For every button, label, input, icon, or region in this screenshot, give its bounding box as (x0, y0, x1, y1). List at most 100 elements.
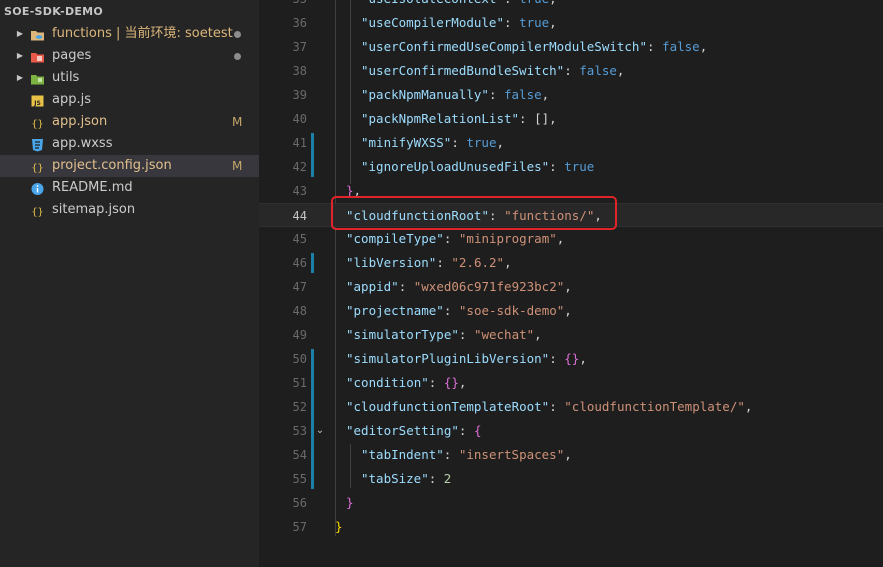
code-line[interactable]: 42 "ignoreUploadUnusedFiles": true (259, 155, 883, 179)
tree-file-row[interactable]: app.wxss (0, 133, 259, 155)
code-line[interactable]: 38 "userConfirmedBundleSwitch": false, (259, 59, 883, 83)
code-token: "miniprogram" (458, 231, 557, 246)
code-text: } (335, 515, 343, 539)
code-token: "compileType" (346, 231, 444, 246)
code-text: "projectname": "soe-sdk-demo", (346, 299, 572, 323)
tree-file-row[interactable]: {} project.config.json M (0, 155, 259, 177)
code-token: "wxed06c971fe923bc2" (413, 279, 565, 294)
code-token: "projectname" (346, 303, 444, 318)
code-text: "appid": "wxed06c971fe923bc2", (346, 275, 572, 299)
tree-file-row[interactable]: {} sitemap.json (0, 199, 259, 221)
code-token: , (534, 327, 542, 342)
code-line[interactable]: 50 "simulatorPluginLibVersion": {}, (259, 347, 883, 371)
tree-file-row[interactable]: JS app.js (0, 89, 259, 111)
code-line[interactable]: 57} (259, 515, 883, 539)
code-text: "userConfirmedUseCompilerModuleSwitch": … (361, 35, 707, 59)
code-token: "appid" (346, 279, 399, 294)
tree-item-label: pages (52, 48, 92, 63)
code-line[interactable]: 36 "useCompilerModule": true, (259, 11, 883, 35)
line-number: 48 (292, 304, 307, 318)
code-token: : (564, 63, 580, 78)
code-line[interactable]: 37 "userConfirmedUseCompilerModuleSwitch"… (259, 35, 883, 59)
json-file-icon: {} (30, 115, 45, 130)
tree-folder-row[interactable]: ▶ utils (0, 67, 259, 89)
code-line[interactable]: 53 "editorSetting": { (259, 419, 883, 443)
code-token: : (451, 135, 467, 150)
tree-file-row[interactable]: README.md (0, 177, 259, 199)
code-token: , (549, 15, 557, 30)
code-token: , (496, 135, 505, 150)
code-token: "cloudfunctionTemplate/" (564, 399, 745, 414)
code-line[interactable]: 39 "packNpmManually": false, (259, 83, 883, 107)
code-line[interactable]: 51 "condition": {}, (259, 371, 883, 395)
code-token: true (564, 159, 595, 174)
line-number: 52 (292, 400, 307, 414)
code-line[interactable]: 52 "cloudfunctionTemplateRoot": "cloudfun… (259, 395, 883, 419)
folder-cloud-icon (30, 27, 45, 41)
code-token: "wechat" (473, 327, 535, 342)
code-token: : (549, 159, 565, 174)
code-text: "libVersion": "2.6.2", (346, 251, 512, 275)
code-text: "minifyWXSS": true, (361, 131, 504, 155)
chevron-right-icon[interactable]: ▶ (14, 45, 26, 67)
tree-folder-row[interactable]: ▶ pages (0, 45, 259, 67)
line-number: 55 (292, 472, 307, 486)
code-token: "packNpmManually" (361, 87, 489, 102)
code-line[interactable]: 41 "minifyWXSS": true, (259, 131, 883, 155)
code-token: : (549, 399, 565, 414)
code-editor[interactable]: 35 "useIsolateContext": true, 36 "useCompil… (259, 0, 883, 567)
code-text: "tabIndent": "insertSpaces", (361, 443, 572, 467)
code-text: "userConfirmedBundleSwitch": false, (361, 59, 624, 83)
chevron-down-icon[interactable]: ⌄ (314, 419, 326, 443)
code-token: , (564, 303, 572, 318)
code-line[interactable]: 35 "useIsolateContext": true, (259, 0, 883, 11)
code-text: "condition": {}, (346, 371, 466, 395)
chevron-right-icon[interactable]: ▶ (14, 23, 26, 45)
tree-item-label: README.md (52, 180, 133, 195)
line-number: 36 (292, 16, 307, 30)
project-title: SOE-SDK-DEMO (4, 5, 104, 18)
code-line[interactable]: 48 "projectname": "soe-sdk-demo", (259, 299, 883, 323)
code-token: "simulatorType" (346, 327, 459, 342)
line-number: 43 (292, 184, 307, 198)
code-token: false (504, 87, 542, 102)
tree-item-label: app.json (52, 114, 108, 129)
code-token: false (579, 63, 617, 78)
code-line[interactable]: 54 "tabIndent": "insertSpaces", (259, 443, 883, 467)
json-file-icon: {} (30, 203, 45, 218)
folder-pages-icon (30, 49, 45, 63)
code-text: "ignoreUploadUnusedFiles": true (361, 155, 594, 179)
folder-utils-icon (30, 71, 45, 85)
tree-item-label: app.js (52, 92, 91, 107)
modified-dot-icon (234, 53, 241, 60)
code-token: false (662, 39, 700, 54)
line-number: 53 (292, 424, 307, 438)
code-text: "tabSize": 2 (361, 467, 451, 491)
code-token: , (556, 231, 565, 246)
code-text: "cloudfunctionTemplateRoot": "cloudfunct… (346, 395, 752, 419)
line-number: 42 (292, 160, 307, 174)
code-token: : (398, 279, 414, 294)
code-token: , (616, 63, 625, 78)
code-line[interactable]: 40 "packNpmRelationList": [], (259, 107, 883, 131)
tree-file-row[interactable]: {} app.json M (0, 111, 259, 133)
code-line[interactable]: 49 "simulatorType": "wechat", (259, 323, 883, 347)
line-number: 44 (292, 209, 307, 223)
chevron-right-icon[interactable]: ▶ (14, 67, 26, 89)
code-token: , (564, 279, 572, 294)
line-number: 49 (292, 328, 307, 342)
code-line[interactable]: 55 "tabSize": 2 (259, 467, 883, 491)
code-token: : (646, 39, 663, 54)
tree-folder-row[interactable]: ▶ functions | 当前环境: soetest (0, 23, 259, 45)
code-token: true (519, 0, 549, 6)
tree-item-label: project.config.json (52, 158, 172, 173)
code-token: , (744, 399, 753, 414)
code-line[interactable]: 46 "libVersion": "2.6.2", (259, 251, 883, 275)
code-token: "2.6.2" (451, 255, 505, 270)
code-line[interactable]: 45 "compileType": "miniprogram", (259, 227, 883, 251)
code-line[interactable]: 56} (259, 491, 883, 515)
code-line[interactable]: 47 "appid": "wxed06c971fe923bc2", (259, 275, 883, 299)
code-token: {} (564, 351, 580, 366)
highlight-annotation-box (331, 196, 617, 230)
explorer-project-header[interactable]: SOE-SDK-DEMO (0, 0, 259, 23)
